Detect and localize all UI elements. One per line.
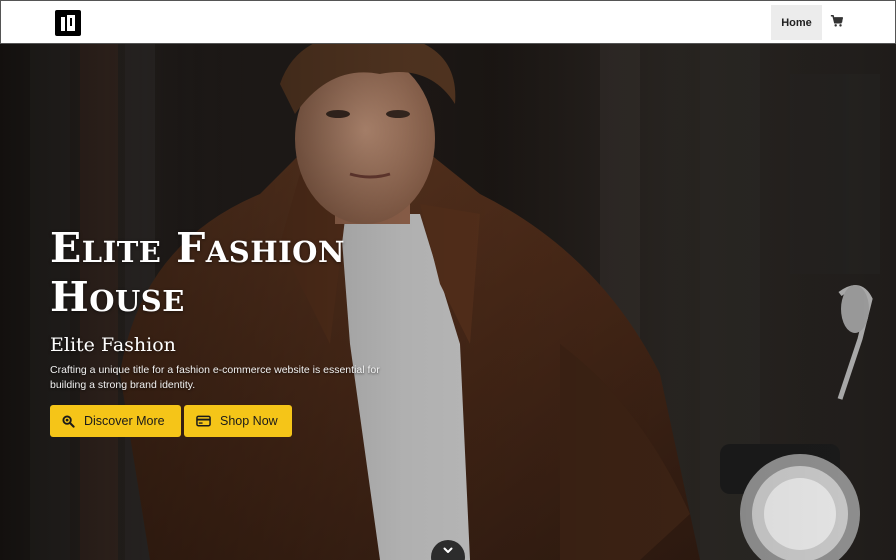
credit-card-icon [196,415,211,427]
chevron-down-icon [443,547,453,553]
logo-icon[interactable] [55,10,81,36]
navbar: Home [0,0,896,44]
cart-icon[interactable] [830,14,846,30]
shop-now-label: Shop Now [220,414,278,428]
hero-title: Elite Fashion House [50,224,345,321]
hero-buttons: Discover More Shop Now [50,405,430,437]
discover-more-button[interactable]: Discover More [50,405,181,437]
hero-content: Elite Fashion House Elite Fashion Crafti… [50,224,430,437]
search-icon [62,414,75,428]
hero-section: Elite Fashion House Elite Fashion Crafti… [0,44,896,560]
shop-now-button[interactable]: Shop Now [184,405,292,437]
hero-subtitle: Elite Fashion [50,334,176,356]
discover-more-label: Discover More [84,414,165,428]
hero-description: Crafting a unique title for a fashion e-… [50,364,380,391]
nav-home-link[interactable]: Home [771,5,822,40]
